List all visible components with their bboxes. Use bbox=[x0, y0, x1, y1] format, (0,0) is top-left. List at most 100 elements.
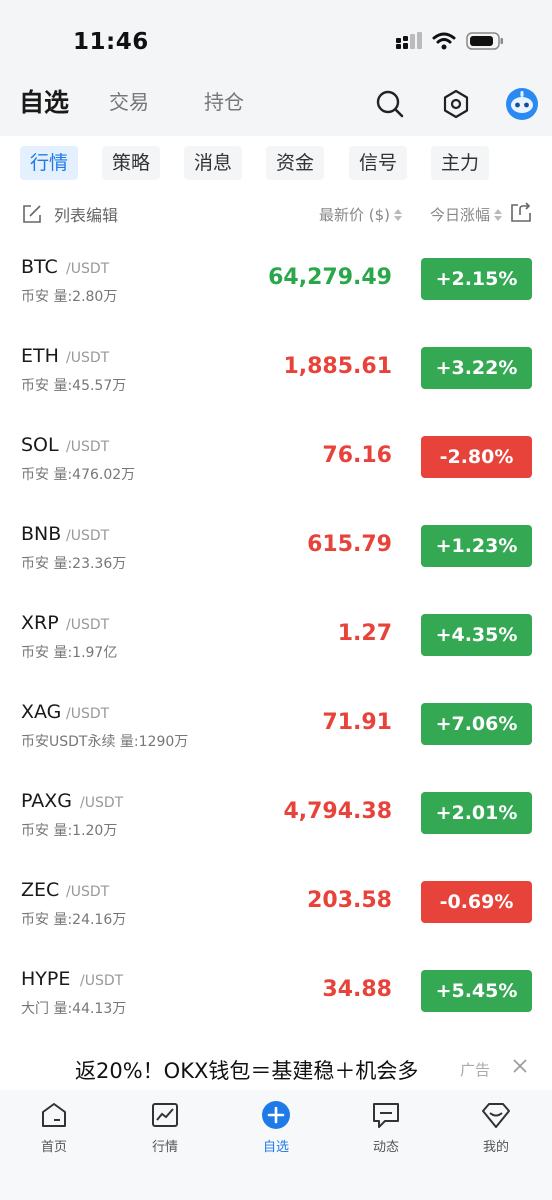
add-circle-icon bbox=[262, 1101, 290, 1129]
ad-text[interactable]: 返20%！OKX钱包＝基建稳＋机会多 bbox=[75, 1055, 443, 1085]
table-row[interactable]: XAG /USDT 币安USDT永续 量:1290万 71.91 +7.06% bbox=[0, 685, 552, 774]
price-column-label: 最新价 ($) bbox=[318, 206, 390, 224]
bottom-nav-home-label: 首页 bbox=[40, 1140, 67, 1155]
exchange-volume: 币安 量:1.97亿 bbox=[21, 645, 118, 661]
sort-arrows-icon bbox=[394, 208, 402, 221]
exchange-volume: 币安 量:1.20万 bbox=[21, 823, 118, 839]
sort-by-price[interactable]: 最新价 ($) bbox=[319, 204, 402, 225]
status-time: 11:46 bbox=[73, 29, 149, 55]
symbol: ETH bbox=[21, 345, 59, 367]
change-badge[interactable]: +7.06% bbox=[421, 703, 532, 745]
edit-list-button[interactable]: 列表编辑 bbox=[22, 202, 118, 226]
exchange-volume: 大门 量:44.13万 bbox=[21, 1001, 127, 1017]
bottom-nav: 首页 行情 自选 动态 我的 bbox=[0, 1090, 552, 1200]
symbol: HYPE bbox=[21, 968, 71, 990]
last-price: 203.58 bbox=[307, 888, 392, 913]
sort-by-change[interactable]: 今日涨幅 bbox=[430, 204, 502, 225]
table-row[interactable]: HYPE /USDT 大门 量:44.13万 34.88 +5.45% bbox=[0, 952, 552, 1041]
settings-hexagon-icon bbox=[443, 89, 469, 119]
bottom-nav-home[interactable]: 首页 bbox=[14, 1100, 94, 1155]
search-button[interactable] bbox=[370, 84, 410, 124]
symbol: XRP bbox=[21, 612, 59, 634]
tab-positions[interactable]: 持仓 bbox=[204, 86, 244, 115]
battery-icon bbox=[466, 32, 503, 50]
change-badge[interactable]: +2.15% bbox=[421, 258, 532, 300]
table-row[interactable]: XRP /USDT 币安 量:1.97亿 1.27 +4.35% bbox=[0, 596, 552, 685]
last-price: 1,885.61 bbox=[283, 354, 392, 379]
symbol: SOL bbox=[21, 434, 59, 456]
chip-main-force[interactable]: 主力 bbox=[431, 146, 490, 180]
symbol: PAXG bbox=[21, 790, 72, 812]
robot-avatar-button[interactable] bbox=[502, 84, 542, 124]
exchange-volume: 币安 量:476.02万 bbox=[21, 467, 136, 483]
chip-news[interactable]: 消息 bbox=[184, 146, 243, 180]
chip-market[interactable]: 行情 bbox=[20, 146, 79, 180]
change-badge[interactable]: +1.23% bbox=[421, 525, 532, 567]
table-row[interactable]: BNB /USDT 币安 量:23.36万 615.79 +1.23% bbox=[0, 507, 552, 596]
quote-currency: /USDT bbox=[80, 795, 124, 811]
symbol: BNB bbox=[21, 523, 62, 545]
message-icon bbox=[373, 1103, 399, 1128]
change-column-label: 今日涨幅 bbox=[429, 206, 490, 224]
change-badge[interactable]: +5.45% bbox=[421, 970, 532, 1012]
category-chips: 行情 策略 消息 资金 信号 主力 bbox=[0, 140, 552, 188]
change-badge[interactable]: +3.22% bbox=[421, 347, 532, 389]
quote-currency: /USDT bbox=[66, 350, 110, 366]
ad-close-button[interactable] bbox=[512, 1058, 528, 1078]
change-badge[interactable]: +4.35% bbox=[421, 614, 532, 656]
table-row[interactable]: PAXG /USDT 币安 量:1.20万 4,794.38 +2.01% bbox=[0, 774, 552, 863]
table-row[interactable]: SOL /USDT 币安 量:476.02万 76.16 -2.80% bbox=[0, 418, 552, 507]
quote-currency: /USDT bbox=[66, 884, 110, 900]
change-badge[interactable]: -2.80% bbox=[421, 436, 532, 478]
last-price: 4,794.38 bbox=[283, 799, 392, 824]
bottom-nav-watchlist[interactable]: 自选 bbox=[236, 1100, 316, 1155]
exchange-volume: 币安USDT永续 量:1290万 bbox=[21, 734, 189, 750]
chip-strategy[interactable]: 策略 bbox=[102, 146, 161, 180]
chip-signals[interactable]: 信号 bbox=[349, 146, 408, 180]
search-icon bbox=[376, 90, 404, 118]
tab-trade[interactable]: 交易 bbox=[109, 86, 149, 115]
last-price: 64,279.49 bbox=[268, 265, 392, 290]
wifi-icon bbox=[432, 32, 456, 50]
ad-label: 广告 bbox=[459, 1061, 490, 1079]
change-badge[interactable]: -0.69% bbox=[421, 881, 532, 923]
last-price: 615.79 bbox=[307, 532, 392, 557]
quote-currency: /USDT bbox=[66, 706, 110, 722]
share-button[interactable] bbox=[510, 201, 532, 227]
status-bar: 11:46 bbox=[0, 0, 552, 72]
last-price: 71.91 bbox=[322, 710, 392, 735]
symbol: XAG bbox=[21, 701, 62, 723]
bottom-nav-market[interactable]: 行情 bbox=[125, 1100, 205, 1155]
quote-currency: /USDT bbox=[66, 528, 110, 544]
last-price: 34.88 bbox=[322, 977, 392, 1002]
exchange-volume: 币安 量:45.57万 bbox=[21, 378, 127, 394]
quote-currency: /USDT bbox=[66, 261, 110, 277]
edit-list-label: 列表编辑 bbox=[54, 206, 119, 225]
bottom-nav-profile[interactable]: 我的 bbox=[456, 1100, 536, 1155]
table-row[interactable]: ZEC /USDT 币安 量:24.16万 203.58 -0.69% bbox=[0, 863, 552, 952]
bottom-nav-profile-label: 我的 bbox=[482, 1140, 509, 1155]
chip-funds[interactable]: 资金 bbox=[266, 146, 325, 180]
exchange-volume: 币安 量:2.80万 bbox=[21, 289, 118, 305]
change-badge[interactable]: +2.01% bbox=[421, 792, 532, 834]
status-icons bbox=[396, 32, 504, 50]
table-row[interactable]: ETH /USDT 币安 量:45.57万 1,885.61 +3.22% bbox=[0, 329, 552, 418]
tab-watchlist[interactable]: 自选 bbox=[19, 83, 69, 119]
edit-icon bbox=[23, 205, 41, 223]
table-row[interactable]: BTC /USDT 币安 量:2.80万 64,279.49 +2.15% bbox=[0, 240, 552, 329]
profile-gem-icon bbox=[482, 1103, 510, 1128]
ad-banner[interactable]: 返20%！OKX钱包＝基建稳＋机会多 广告 bbox=[0, 1046, 552, 1090]
exchange-volume: 币安 量:24.16万 bbox=[21, 912, 127, 928]
quote-currency: /USDT bbox=[80, 973, 124, 989]
settings-button[interactable] bbox=[436, 84, 476, 124]
close-icon bbox=[513, 1059, 527, 1073]
bottom-nav-watchlist-label: 自选 bbox=[262, 1140, 289, 1155]
robot-avatar-icon bbox=[506, 88, 538, 120]
last-price: 1.27 bbox=[337, 621, 392, 646]
bottom-nav-feed[interactable]: 动态 bbox=[346, 1100, 426, 1155]
chart-icon bbox=[152, 1103, 178, 1127]
last-price: 76.16 bbox=[322, 443, 392, 468]
list-header: 列表编辑 最新价 ($) 今日涨幅 bbox=[0, 196, 552, 232]
home-icon bbox=[42, 1103, 66, 1127]
symbol: BTC bbox=[21, 256, 58, 278]
